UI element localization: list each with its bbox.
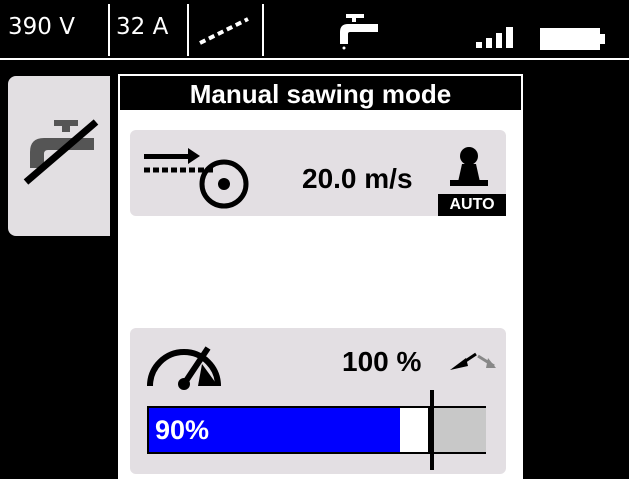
voltage-readout: 390 V [8, 14, 75, 40]
signal-strength-icon [476, 24, 522, 52]
power-value: 100 % [342, 346, 422, 377]
operator-icon [436, 144, 502, 201]
status-bar: 390 V 32 A [0, 0, 629, 60]
power-limit-marker[interactable] [430, 390, 434, 470]
water-tap-icon [334, 12, 382, 54]
status-divider [108, 4, 110, 56]
power-progress-bar[interactable]: 90% [147, 406, 486, 454]
power-adjust-icon [448, 348, 498, 381]
power-progress-label: 90% [155, 415, 210, 445]
dotted-cable-link-icon [196, 14, 252, 52]
current-readout: 32 A [116, 14, 169, 40]
power-reserve-zone [428, 408, 486, 452]
blade-feed-icon [142, 140, 252, 217]
page-title: Manual sawing mode [118, 74, 523, 112]
feed-speed-value: 20.0 m/s [302, 163, 413, 194]
auto-mode-badge: AUTO [438, 194, 506, 216]
water-side-tab[interactable] [8, 76, 110, 236]
speedometer-icon [142, 334, 226, 395]
battery-full-icon [540, 28, 606, 54]
water-off-icon [22, 116, 102, 193]
status-divider [187, 4, 189, 56]
status-divider [262, 4, 264, 56]
feed-speed-card[interactable]: 20.0 m/s AUTO [130, 130, 506, 216]
